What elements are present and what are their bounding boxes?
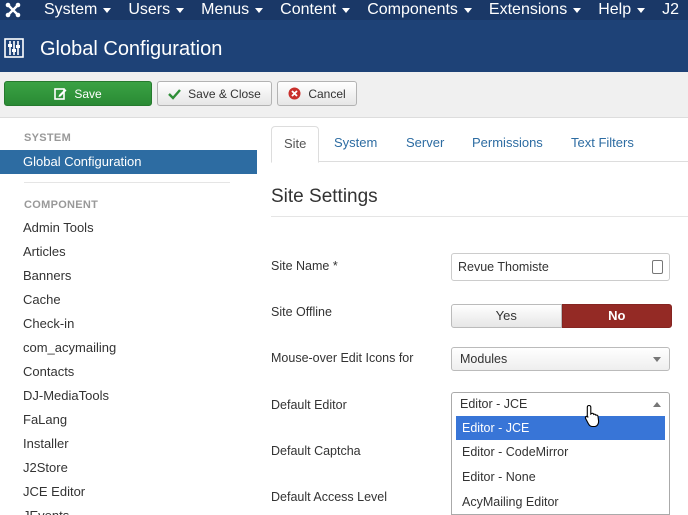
- save-close-button[interactable]: Save & Close: [157, 81, 272, 106]
- joomla-logo-icon[interactable]: [4, 1, 22, 19]
- hand-pointer-icon: [584, 404, 602, 428]
- sidebar-heading-component: COMPONENT: [24, 199, 99, 211]
- mouseover-edit-label: Mouse-over Edit Icons for: [271, 351, 414, 365]
- menu-components[interactable]: Components: [367, 1, 472, 19]
- sidebar-item-jce-editor[interactable]: JCE Editor: [23, 480, 116, 504]
- sidebar: SYSTEM Global Configuration COMPONENT Ad…: [0, 118, 257, 515]
- caret-down-icon: [463, 7, 472, 13]
- caret-down-icon: [342, 7, 351, 13]
- menu-menus[interactable]: Menus: [201, 1, 264, 19]
- tab-site[interactable]: Site: [271, 126, 320, 163]
- site-offline-yes[interactable]: Yes: [451, 304, 562, 328]
- default-editor-select[interactable]: Editor - JCE: [451, 392, 670, 416]
- caret-down-icon: [176, 7, 185, 13]
- sidebar-item-contacts[interactable]: Contacts: [23, 360, 116, 384]
- editor-dropdown-list: Editor - JCE Editor - CodeMirror Editor …: [451, 415, 670, 515]
- tab-server[interactable]: Server: [406, 126, 444, 162]
- chevron-up-icon: [653, 402, 661, 407]
- tab-system[interactable]: System: [334, 126, 377, 162]
- sliders-icon: [4, 38, 24, 58]
- page-title: Global Configuration: [40, 38, 223, 60]
- section-title: Site Settings: [271, 186, 378, 207]
- save-button[interactable]: Save: [4, 81, 152, 106]
- edit-icon: [54, 87, 67, 100]
- caret-down-icon: [255, 7, 264, 13]
- menu-j2store[interactable]: J2: [662, 1, 679, 19]
- config-tabs: Site System Server Permissions Text Filt…: [271, 126, 688, 163]
- sidebar-item-admin-tools[interactable]: Admin Tools: [23, 216, 116, 240]
- cancel-button[interactable]: Cancel: [277, 81, 357, 106]
- site-name-input[interactable]: Revue Thomiste: [451, 253, 670, 281]
- sidebar-item-check-in[interactable]: Check-in: [23, 312, 116, 336]
- sidebar-item-jevents[interactable]: JEvents: [23, 504, 116, 515]
- tab-text-filters[interactable]: Text Filters: [571, 126, 634, 162]
- top-menu: System Users Menus Content Components Ex…: [44, 0, 688, 20]
- sidebar-item-banners[interactable]: Banners: [23, 264, 116, 288]
- sidebar-item-cache[interactable]: Cache: [23, 288, 116, 312]
- editor-option-jce[interactable]: Editor - JCE: [456, 416, 665, 440]
- tab-permissions[interactable]: Permissions: [472, 126, 543, 162]
- site-offline-toggle: Yes No: [451, 304, 672, 328]
- sidebar-item-global-configuration[interactable]: Global Configuration: [0, 150, 257, 174]
- site-offline-label: Site Offline: [271, 305, 332, 319]
- default-editor-label: Default Editor: [271, 398, 347, 412]
- mouseover-edit-select[interactable]: Modules: [451, 347, 670, 371]
- sidebar-item-j2store[interactable]: J2Store: [23, 456, 116, 480]
- menu-users[interactable]: Users: [128, 1, 185, 19]
- menu-system[interactable]: System: [44, 1, 112, 19]
- cancel-circle-icon: [288, 87, 301, 100]
- sidebar-item-installer[interactable]: Installer: [23, 432, 116, 456]
- editor-option-codemirror[interactable]: Editor - CodeMirror: [452, 440, 669, 465]
- menu-content[interactable]: Content: [280, 1, 351, 19]
- caret-down-icon: [637, 7, 646, 13]
- sidebar-item-dj-mediatools[interactable]: DJ-MediaTools: [23, 384, 116, 408]
- sidebar-divider: [24, 182, 230, 183]
- top-menu-bar: System Users Menus Content Components Ex…: [0, 0, 688, 20]
- chevron-down-icon: [653, 357, 661, 362]
- page-header: Global Configuration: [0, 20, 688, 72]
- sidebar-component-list: Admin Tools Articles Banners Cache Check…: [23, 216, 116, 515]
- sidebar-item-acymailing[interactable]: com_acymailing: [23, 336, 116, 360]
- caret-down-icon: [573, 7, 582, 13]
- caret-down-icon: [103, 7, 112, 13]
- editor-option-acymailing[interactable]: AcyMailing Editor: [452, 490, 669, 514]
- editor-option-none[interactable]: Editor - None: [452, 465, 669, 490]
- site-name-label: Site Name *: [271, 259, 338, 273]
- toolbar: Save Save & Close Cancel: [0, 72, 688, 118]
- default-access-level-label: Default Access Level: [271, 490, 388, 504]
- sidebar-item-articles[interactable]: Articles: [23, 240, 116, 264]
- menu-help[interactable]: Help: [598, 1, 646, 19]
- check-icon: [168, 88, 182, 100]
- section-divider: [271, 216, 688, 217]
- site-offline-no[interactable]: No: [561, 304, 672, 328]
- menu-extensions[interactable]: Extensions: [489, 1, 582, 19]
- lock-icon: [652, 260, 663, 274]
- default-captcha-label: Default Captcha: [271, 444, 361, 458]
- sidebar-heading-system: SYSTEM: [24, 132, 72, 144]
- sidebar-item-falang[interactable]: FaLang: [23, 408, 116, 432]
